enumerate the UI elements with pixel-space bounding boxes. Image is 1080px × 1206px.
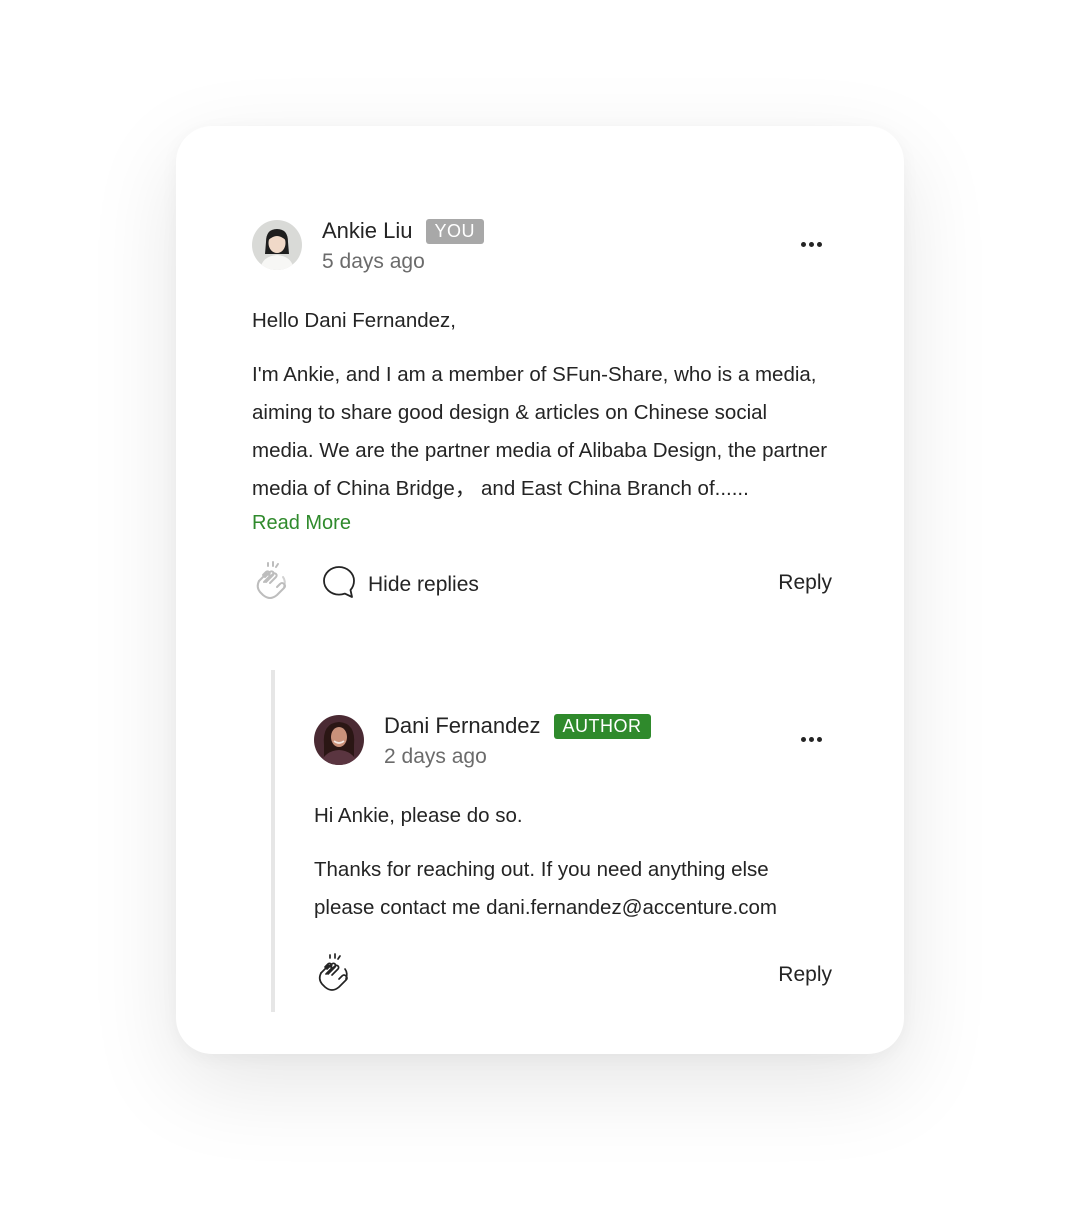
comment-timestamp: 5 days ago <box>322 250 425 273</box>
comment-card: Ankie Liu YOU 5 days ago Hello Dani Fern… <box>176 126 904 1054</box>
reply-button[interactable]: Reply <box>778 571 832 595</box>
author-name[interactable]: Ankie Liu <box>322 218 413 244</box>
comment-header: Ankie Liu YOU 5 days ago <box>252 218 832 280</box>
comment-greeting: Hello Dani Fernandez, <box>252 309 456 332</box>
comment-actions: Hide replies Reply <box>252 561 832 605</box>
hide-replies-button[interactable]: Hide replies <box>322 565 479 604</box>
reply-button[interactable]: Reply <box>778 963 832 987</box>
read-more-link[interactable]: Read More <box>252 512 351 535</box>
reply-body: Thanks for reaching out. If you need any… <box>314 858 777 919</box>
comment-body: I'm Ankie, and I am a member of SFun-Sha… <box>252 363 828 500</box>
avatar-ankie[interactable] <box>252 220 302 270</box>
more-options-icon[interactable] <box>801 737 822 742</box>
reply-thread-line <box>271 670 275 1012</box>
reply-actions: Reply <box>314 953 832 997</box>
reply-greeting: Hi Ankie, please do so. <box>314 804 523 827</box>
avatar-dani[interactable] <box>314 715 364 765</box>
reply-author-name[interactable]: Dani Fernandez <box>384 713 541 739</box>
comment-ankie: Ankie Liu YOU 5 days ago Hello Dani Fern… <box>252 218 832 605</box>
you-badge: YOU <box>425 218 485 244</box>
clap-icon[interactable] <box>314 953 354 997</box>
comment-dani: Dani Fernandez AUTHOR 2 days ago Hi Anki… <box>314 713 832 997</box>
reply-timestamp: 2 days ago <box>384 745 487 768</box>
reply-header: Dani Fernandez AUTHOR 2 days ago <box>314 713 832 775</box>
hide-replies-label: Hide replies <box>368 572 479 596</box>
clap-icon[interactable] <box>252 561 292 605</box>
more-options-icon[interactable] <box>801 242 822 247</box>
speech-bubble-icon <box>322 565 356 604</box>
author-badge: AUTHOR <box>553 713 651 739</box>
